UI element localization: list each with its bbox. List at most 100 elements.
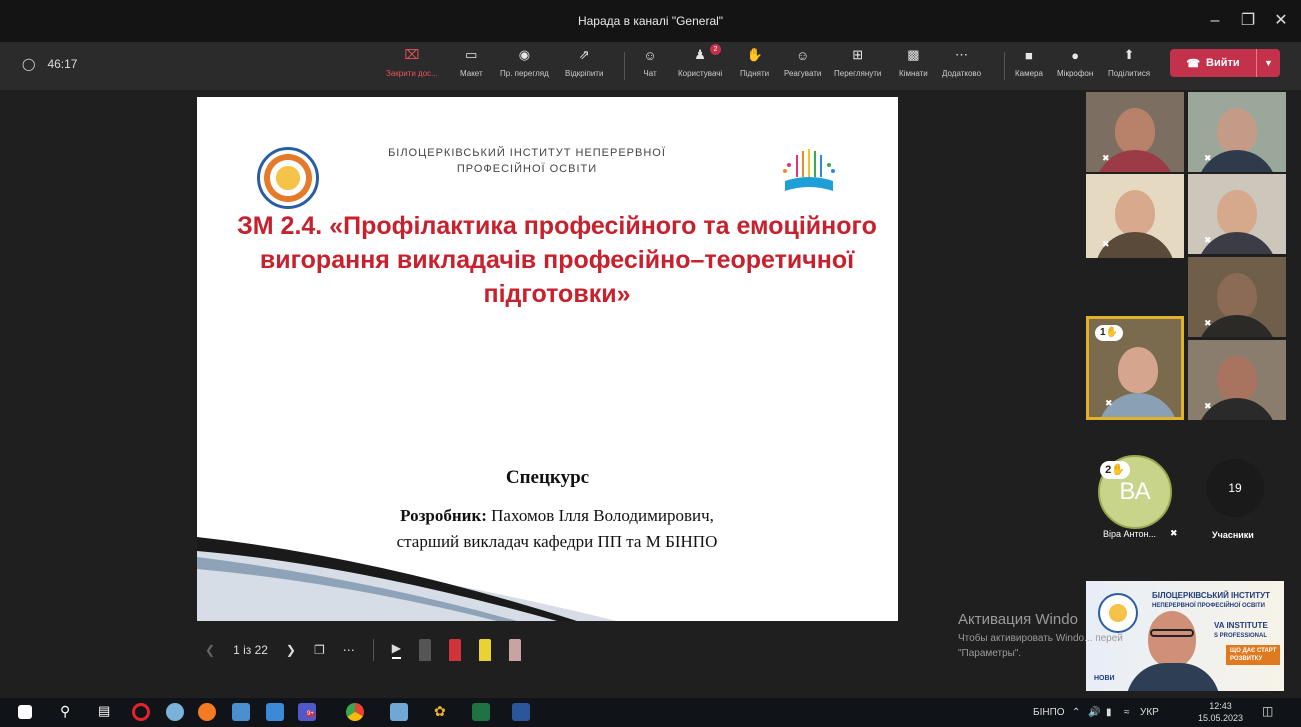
notifications-icon[interactable]: ◫ (1262, 704, 1273, 718)
leave-button[interactable]: ☎ Вийти ▼ (1170, 49, 1280, 77)
slide-title: ЗМ 2.4. «Профілактика професійного та ем… (237, 212, 877, 308)
raised-hand-badge: 1✋ (1095, 325, 1123, 341)
share-button[interactable]: ⬆ Поділитися (1108, 46, 1150, 86)
minimize-icon[interactable]: – (1199, 8, 1231, 34)
page-indicator: 1 із 22 (233, 643, 268, 657)
battery-icon[interactable]: ▮ (1106, 707, 1112, 718)
preview-button[interactable]: ◉ Пр. перегляд (500, 46, 549, 86)
opera-icon[interactable] (132, 703, 150, 721)
developer-name: Пахомов Ілля Володимирович, (491, 506, 714, 525)
pen-black-icon[interactable] (418, 639, 431, 661)
shared-slide: БІЛОЦЕРКІВСЬКИЙ ІНСТИТУТ НЕПЕРЕРВНОЇ ПРО… (197, 97, 898, 621)
layout-button[interactable]: ▭ Макет (460, 46, 483, 86)
divider (372, 639, 374, 661)
close-icon[interactable]: ✕ (1265, 8, 1297, 34)
participant-tile[interactable]: ✖ (1086, 92, 1184, 172)
mic-button[interactable]: ● Мікрофон (1057, 46, 1093, 86)
raise-hand-button[interactable]: ✋ Підняти (740, 46, 769, 86)
view-button[interactable]: ⊞ Переглянути (834, 46, 881, 86)
maximize-icon[interactable]: ❐ (1232, 8, 1264, 34)
tray-chevron-icon[interactable]: ⌃ (1072, 707, 1080, 718)
language-name[interactable]: БІНПО (1033, 707, 1065, 718)
chat-button[interactable]: ☺ Чат (641, 46, 659, 86)
participant-tile-active[interactable]: 1✋ ✖ (1086, 316, 1184, 420)
slide-decoration (197, 537, 617, 621)
more-options-icon[interactable]: ⋯ (343, 643, 355, 657)
meeting-timer: ◯ 46:17 (22, 57, 77, 71)
avatar-name: Віра Антон... (1103, 529, 1156, 539)
teams-icon[interactable]: 9+ (298, 703, 316, 721)
firefox-icon[interactable] (198, 703, 216, 721)
glasses-icon (1150, 629, 1194, 637)
divider (1004, 52, 1005, 80)
participant-tile[interactable]: ✖ (1086, 174, 1184, 258)
course-label: Спецкурс (505, 467, 590, 488)
window-title: Нарада в каналі "General" (577, 14, 724, 28)
windows-start-icon[interactable] (18, 705, 32, 719)
task-view-icon[interactable]: ▤ (98, 703, 116, 721)
next-slide-icon[interactable]: ❯ (286, 643, 296, 657)
mic-off-icon: ✖ (1105, 398, 1113, 408)
popout-button[interactable]: ⇗ Відкріпити (565, 46, 603, 86)
clock[interactable]: 12:43 15.05.2023 (1198, 700, 1243, 724)
divider (624, 52, 625, 80)
prev-slide-icon[interactable]: ❮ (205, 643, 215, 657)
people-badge: 2 (710, 44, 721, 55)
mic-off-icon: ✖ (1102, 239, 1110, 249)
pen-red-icon[interactable] (448, 639, 461, 661)
share-icon: ⬆ (1123, 47, 1135, 62)
popout-icon: ⇗ (578, 47, 590, 62)
phone-hangup-icon: ☎ (1186, 57, 1201, 70)
mic-off-icon: ✖ (1170, 528, 1178, 538)
mic-off-icon: ✖ (1204, 153, 1212, 163)
pointer-icon[interactable]: ▶ (391, 641, 401, 659)
close-box-icon: ⌧ (404, 47, 420, 62)
timer-text: 46:17 (47, 57, 78, 71)
search-icon[interactable]: ⚲ (60, 703, 78, 721)
stop-sharing-button[interactable]: ⌧ Закрити дос... (386, 46, 438, 86)
title-bar: Нарада в каналі "General" – ❐ ✕ (0, 0, 1301, 42)
slides-grid-icon[interactable]: ❐ (314, 643, 325, 657)
rooms-button[interactable]: ▩ Кімнати (899, 46, 928, 86)
more-button[interactable]: ⋯ Додатково (942, 46, 981, 86)
activation-watermark: Активация Windo Чтобы активировать Windo… (958, 611, 1123, 659)
eraser-icon[interactable] (508, 639, 521, 661)
institute-logo (257, 147, 319, 209)
participant-tile[interactable]: ✖ (1188, 340, 1286, 420)
slide-controls: ❮ 1 із 22 ❯ ❐ ⋯ ▶ (205, 632, 521, 668)
participants-count-button[interactable]: 19 (1206, 459, 1264, 517)
app-icon[interactable]: ✿ (434, 703, 452, 721)
mic-off-icon: ✖ (1102, 153, 1110, 163)
camera-button[interactable]: ■ Камера (1015, 46, 1043, 86)
app-icon[interactable] (390, 703, 408, 721)
hand-icon: ✋ (746, 47, 763, 62)
app-icon[interactable] (266, 703, 284, 721)
highlighter-icon[interactable] (478, 639, 491, 661)
mic-off-icon: ✖ (1204, 235, 1212, 245)
shield-icon: ◯ (22, 57, 36, 71)
chrome-icon[interactable] (346, 703, 364, 721)
excel-icon[interactable] (472, 703, 490, 721)
presenter-face (1148, 611, 1196, 667)
people-button[interactable]: ♟ Користувачі 2 (678, 44, 722, 86)
more-icon: ⋯ (955, 47, 969, 62)
developer-label: Розробник: (400, 506, 487, 525)
eye-icon: ◉ (518, 47, 531, 62)
volume-icon[interactable]: 🔊 (1088, 707, 1100, 718)
hand-icon: ✋ (1111, 464, 1125, 476)
react-button[interactable]: ☺ Реагувати (784, 46, 821, 86)
people-icon: ♟ (694, 47, 706, 62)
rooms-icon: ▩ (907, 47, 920, 62)
wifi-icon[interactable]: ≈ (1124, 707, 1130, 718)
participant-tile[interactable]: ✖ (1188, 92, 1286, 172)
participant-tile[interactable]: ✖ (1188, 257, 1286, 337)
word-icon[interactable] (512, 703, 530, 721)
file-explorer-icon[interactable] (232, 703, 250, 721)
language-indicator[interactable]: УКР (1140, 707, 1159, 718)
institute-name: БІЛОЦЕРКІВСЬКИЙ ІНСТИТУТ НЕПЕРЕРВНОЇ ПРО… (388, 147, 666, 175)
chevron-down-icon[interactable]: ▼ (1256, 49, 1280, 77)
app-icon[interactable] (166, 703, 184, 721)
meeting-toolbar: ◯ 46:17 ⌧ Закрити дос... ▭ Макет ◉ Пр. п… (0, 42, 1301, 90)
participant-tile[interactable]: ✖ (1188, 174, 1286, 254)
mic-off-icon: ✖ (1204, 318, 1212, 328)
